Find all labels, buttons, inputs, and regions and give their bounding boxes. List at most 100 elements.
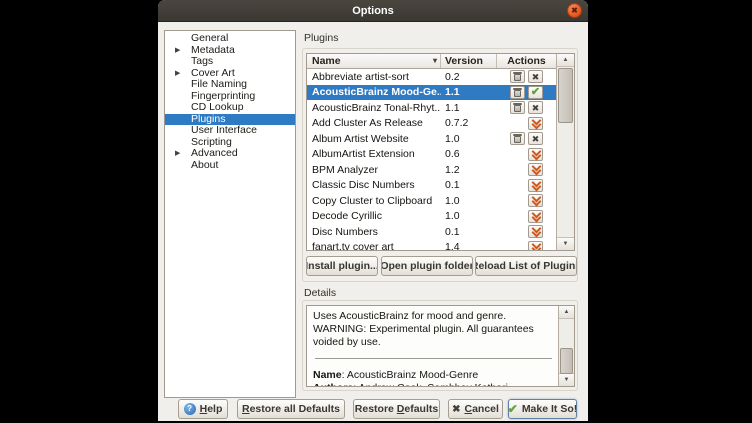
- details-scrollbar-thumb[interactable]: [560, 348, 573, 374]
- plugin-row[interactable]: Add Cluster As Release 0.7.2: [307, 116, 556, 132]
- uninstall-button[interactable]: [510, 70, 525, 83]
- sidebar-item-label: Cover Art: [191, 67, 235, 79]
- plugin-row[interactable]: AcousticBrainz Mood-Ge... 1.1: [307, 85, 556, 101]
- close-button[interactable]: ✖: [567, 3, 582, 18]
- reload-plugin-list-button[interactable]: Reload List of Plugins: [475, 256, 577, 276]
- download-chevron-icon: [531, 242, 541, 250]
- scroll-down-icon[interactable]: ▼: [557, 237, 574, 250]
- plugin-row[interactable]: Album Artist Website 1.0: [307, 131, 556, 147]
- download-chevron-icon: [531, 149, 541, 160]
- check-icon: [531, 86, 540, 98]
- column-header-version[interactable]: Version: [441, 54, 497, 68]
- uninstall-button[interactable]: [510, 101, 525, 114]
- confirm-check-icon: [508, 402, 518, 416]
- cancel-x-icon: [452, 403, 460, 415]
- plugin-actions-cell: [497, 117, 556, 130]
- column-header-actions[interactable]: Actions: [497, 54, 556, 68]
- table-scrollbar[interactable]: ▲ ▼: [556, 54, 574, 250]
- plugin-row[interactable]: AlbumArtist Extension 0.6: [307, 147, 556, 163]
- download-chevron-icon: [531, 211, 541, 222]
- table-header: Name ▾ Version Actions: [307, 54, 574, 69]
- plugin-name-cell: Album Artist Website: [307, 133, 441, 145]
- sidebar-item-cd-lookup[interactable]: ▶ CD Lookup: [165, 102, 295, 114]
- download-button[interactable]: [528, 148, 543, 161]
- sidebar-item-label: Tags: [191, 55, 213, 67]
- scrollbar-track[interactable]: [558, 67, 573, 237]
- details-scroll-down-icon[interactable]: ▼: [559, 373, 574, 386]
- details-groupbox: Uses AcousticBrainz for mood and genre. …: [302, 300, 578, 391]
- plugin-version-cell: 1.0: [441, 133, 497, 145]
- details-scrollbar-track[interactable]: [560, 319, 573, 373]
- plugin-actions-cell: [497, 163, 556, 176]
- x-icon: [532, 133, 540, 145]
- titlebar[interactable]: Options ✖: [158, 0, 588, 22]
- plugin-row[interactable]: fanart.tv cover art 1.4: [307, 240, 556, 251]
- plugin-actions-cell: [497, 241, 556, 250]
- restore-all-defaults-button[interactable]: Restore all Defaults: [237, 399, 345, 419]
- plugin-row[interactable]: Copy Cluster to Clipboard 1.0: [307, 193, 556, 209]
- plugin-name-cell: AcousticBrainz Mood-Ge...: [307, 86, 441, 98]
- download-chevron-icon: [531, 226, 541, 237]
- plugin-version-cell: 1.0: [441, 195, 497, 207]
- plugin-version-cell: 1.1: [441, 102, 497, 114]
- plugin-actions-cell: [497, 210, 556, 223]
- plugin-authors-line: Authors: Andrew Cook, Sambhav Kothari: [313, 382, 554, 387]
- sidebar-item-label: User Interface: [191, 124, 257, 136]
- make-it-so-button[interactable]: Make It So!: [508, 399, 577, 419]
- details-scrollbar[interactable]: ▲ ▼: [558, 306, 574, 386]
- settings-nav-tree: ▶ General ▶ Metadata ▶ Tags ▶ Cover Art …: [164, 30, 296, 398]
- download-button[interactable]: [528, 194, 543, 207]
- plugin-version-cell: 1.0: [441, 210, 497, 222]
- plugin-row[interactable]: Abbreviate artist-sort 0.2: [307, 69, 556, 85]
- cancel-button[interactable]: Cancel: [448, 399, 503, 419]
- help-icon: [184, 403, 196, 415]
- uninstall-button[interactable]: [510, 132, 525, 145]
- trash-icon: [514, 136, 521, 143]
- plugin-version-cell: 1.2: [441, 164, 497, 176]
- disable-button[interactable]: [528, 101, 543, 114]
- download-button[interactable]: [528, 241, 543, 250]
- scroll-up-icon[interactable]: ▲: [557, 54, 574, 67]
- uninstall-button[interactable]: [510, 86, 525, 99]
- details-divider: [315, 358, 552, 359]
- plugin-name-line: Name: AcousticBrainz Mood-Genre: [313, 369, 554, 382]
- plugin-row[interactable]: BPM Analyzer 1.2: [307, 162, 556, 178]
- plugin-actions-cell: [497, 70, 556, 83]
- plugin-actions-cell: [497, 86, 556, 99]
- sidebar-item-label: Fingerprinting: [191, 90, 255, 102]
- column-header-name[interactable]: Name ▾: [307, 54, 441, 68]
- disable-button[interactable]: [528, 70, 543, 83]
- scrollbar-thumb[interactable]: [558, 68, 573, 123]
- open-plugin-folder-button[interactable]: Open plugin folder: [381, 256, 473, 276]
- trash-icon: [514, 90, 521, 97]
- plugin-name-cell: BPM Analyzer: [307, 164, 441, 176]
- download-button[interactable]: [528, 179, 543, 192]
- plugin-details-panel: Uses AcousticBrainz for mood and genre. …: [306, 305, 575, 387]
- plugin-row[interactable]: Decode Cyrillic 1.0: [307, 209, 556, 225]
- sidebar-item-label: About: [191, 159, 218, 171]
- help-button[interactable]: Help: [178, 399, 228, 419]
- sort-descending-icon: ▾: [433, 54, 437, 68]
- plugin-version-cell: 1.1: [441, 86, 497, 98]
- download-button[interactable]: [528, 210, 543, 223]
- plugin-row[interactable]: Classic Disc Numbers 0.1: [307, 178, 556, 194]
- sidebar-item-label: File Naming: [191, 78, 247, 90]
- plugin-row[interactable]: AcousticBrainz Tonal-Rhyt... 1.1: [307, 100, 556, 116]
- download-button[interactable]: [528, 225, 543, 238]
- expander-icon: ▶: [175, 45, 180, 57]
- download-button[interactable]: [528, 163, 543, 176]
- restore-defaults-button[interactable]: Restore Defaults: [353, 399, 440, 419]
- plugin-version-cell: 0.1: [441, 179, 497, 191]
- details-scroll-up-icon[interactable]: ▲: [559, 306, 574, 319]
- sidebar-item-metadata[interactable]: ▶ Metadata: [165, 45, 295, 57]
- sidebar-item-about[interactable]: ▶ About: [165, 160, 295, 172]
- enabled-check-button[interactable]: [528, 86, 543, 99]
- expander-icon: ▶: [175, 148, 180, 160]
- disable-button[interactable]: [528, 132, 543, 145]
- sidebar-item-advanced[interactable]: ▶ Advanced: [165, 148, 295, 160]
- close-icon: ✖: [568, 4, 581, 17]
- plugins-groupbox: Name ▾ Version Actions Abbreviate artist…: [302, 48, 578, 282]
- install-plugin-button[interactable]: Install plugin...: [306, 256, 378, 276]
- plugin-row[interactable]: Disc Numbers 0.1: [307, 224, 556, 240]
- download-button[interactable]: [528, 117, 543, 130]
